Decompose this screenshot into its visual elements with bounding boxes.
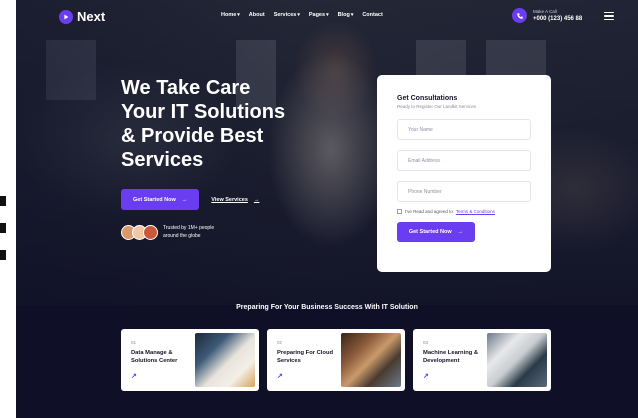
consultation-form: Get Consultations Ready to Register Our … — [377, 75, 551, 272]
trusted-line-1: Trusted by 1M+ people — [163, 225, 215, 231]
nav-item-services[interactable]: Services ▾ — [274, 12, 300, 18]
terms-agreement: I've Read and agreed to Terms & Conditio… — [397, 209, 531, 214]
chevron-down-icon: ▾ — [350, 12, 354, 18]
terms-checkbox[interactable] — [397, 209, 402, 214]
chevron-down-icon: ▾ — [326, 12, 329, 18]
site-header: Next Home ▾ About Services ▾ Pages ▾ Blog ▾ … — [16, 0, 638, 34]
name-field[interactable]: Your Name — [397, 119, 531, 140]
nav-item-about[interactable]: About — [249, 12, 265, 18]
nav-item-blog[interactable]: Blog ▾ — [338, 12, 354, 18]
view-services-link[interactable]: View Services → — [211, 197, 259, 203]
chevron-down-icon: ▾ — [297, 12, 300, 18]
service-image — [341, 333, 401, 387]
hero-headline: We Take Care Your IT Solutions & Provide… — [121, 77, 286, 171]
nav-item-pages[interactable]: Pages ▾ — [309, 12, 329, 18]
hamburger-menu-icon[interactable] — [604, 12, 614, 20]
hero-cta-row: Get Started Now → View Services → — [121, 189, 259, 210]
form-title: Get Consultations — [397, 95, 458, 102]
terms-link[interactable]: Terms & Conditions — [456, 209, 495, 214]
arrow-right-icon: → — [457, 229, 464, 235]
avatar-group — [121, 224, 158, 240]
chevron-down-icon: ▾ — [237, 12, 240, 18]
form-submit-button[interactable]: Get Started Now → — [397, 222, 475, 242]
avatar — [143, 224, 158, 240]
service-card-data-manage[interactable]: 01 Data Manage & Solutions Center ↗ — [121, 329, 259, 391]
arrow-up-right-icon[interactable]: ↗ — [423, 372, 429, 380]
service-card-machine-learning[interactable]: 03 Machine Learning & Development ↗ — [413, 329, 551, 391]
nav-item-home[interactable]: Home ▾ — [221, 12, 240, 18]
service-card-cloud[interactable]: 02 Preparing For Cloud Services ↗ — [267, 329, 405, 391]
phone-icon — [512, 8, 527, 23]
call-label: Make A Call — [533, 9, 557, 14]
arrow-right-icon: → — [253, 196, 260, 203]
phone-field[interactable]: Phone Number — [397, 181, 531, 202]
logo-icon — [59, 9, 73, 24]
service-cards: 01 Data Manage & Solutions Center ↗ 02 P… — [121, 329, 551, 391]
landing-page: Next Home ▾ About Services ▾ Pages ▾ Blog ▾ … — [16, 0, 638, 418]
brand-logo[interactable]: Next — [59, 9, 105, 24]
service-image — [195, 333, 255, 387]
arrow-up-right-icon[interactable]: ↗ — [131, 372, 137, 380]
services-title: Preparing For Your Business Success With… — [236, 304, 418, 311]
edge-mark — [0, 250, 6, 260]
arrow-up-right-icon[interactable]: ↗ — [277, 372, 283, 380]
call-number: +000 (123) 456 88 — [533, 16, 583, 22]
edge-mark — [0, 223, 6, 233]
nav-item-contact[interactable]: Contact — [362, 12, 382, 18]
trusted-by: Trusted by 1M+ people around the globe — [121, 224, 214, 240]
brand-name: Next — [77, 9, 106, 24]
edge-mark — [0, 196, 6, 206]
form-subtitle: Ready to Register Our Landkit Services — [397, 104, 477, 109]
email-field[interactable]: Email Address — [397, 150, 531, 171]
arrow-right-icon: → — [181, 196, 188, 203]
trusted-line-2: around the globe — [163, 233, 201, 239]
get-started-button[interactable]: Get Started Now → — [121, 189, 200, 210]
service-image — [487, 333, 547, 387]
make-a-call[interactable]: Make A Call +000 (123) 456 88 — [512, 8, 582, 23]
main-nav: Home ▾ About Services ▾ Pages ▾ Blog ▾ Conta… — [221, 12, 383, 18]
